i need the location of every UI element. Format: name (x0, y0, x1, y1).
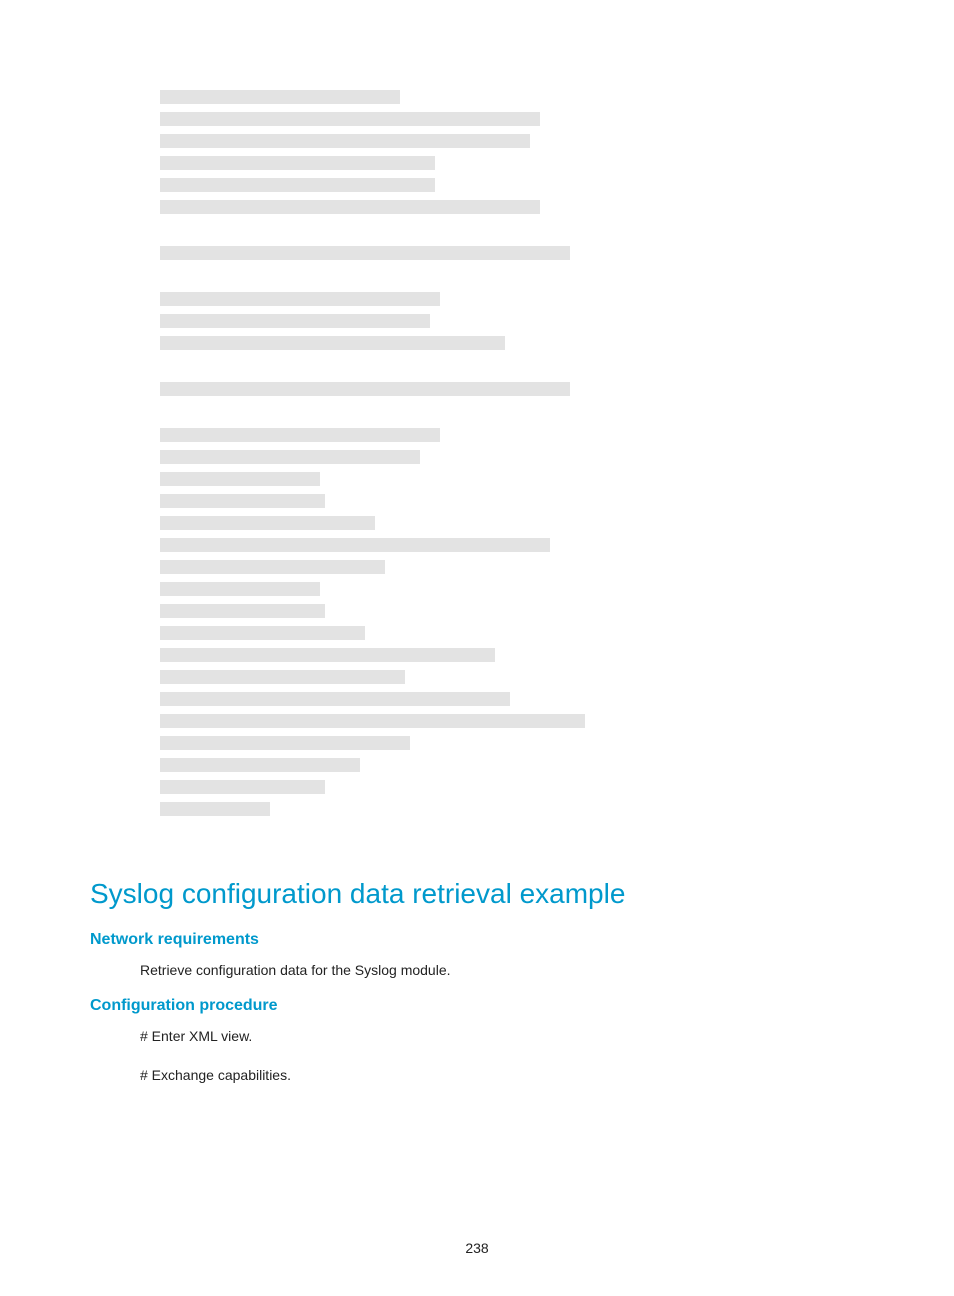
redacted-line (160, 292, 440, 306)
redacted-line (160, 626, 365, 640)
redacted-line (160, 516, 375, 530)
redacted-line (160, 648, 495, 662)
redacted-line (160, 450, 420, 464)
redacted-line (160, 246, 570, 260)
redacted-line (160, 90, 400, 104)
redacted-line (160, 692, 510, 706)
redacted-line (160, 428, 440, 442)
redacted-line (160, 336, 505, 350)
redacted-line (160, 560, 385, 574)
redacted-gap (160, 222, 864, 246)
configuration-procedure-heading: Configuration procedure (90, 997, 864, 1015)
config-step-1: # Enter XML view. (140, 1027, 864, 1047)
redacted-line (160, 112, 540, 126)
redacted-content-block (160, 90, 864, 816)
redacted-line (160, 736, 410, 750)
redacted-gap (160, 404, 864, 428)
redacted-line (160, 156, 435, 170)
network-requirements-heading: Network requirements (90, 931, 864, 949)
redacted-line (160, 802, 270, 816)
redacted-line (160, 200, 540, 214)
page-number: 238 (0, 1240, 954, 1256)
redacted-line (160, 582, 320, 596)
redacted-line (160, 382, 570, 396)
redacted-gap (160, 268, 864, 292)
redacted-line (160, 314, 430, 328)
redacted-line (160, 714, 585, 728)
redacted-line (160, 178, 435, 192)
redacted-gap (160, 358, 864, 382)
redacted-line (160, 670, 405, 684)
redacted-line (160, 758, 360, 772)
redacted-line (160, 780, 325, 794)
redacted-line (160, 538, 550, 552)
redacted-line (160, 472, 320, 486)
redacted-line (160, 494, 325, 508)
section-title: Syslog configuration data retrieval exam… (90, 876, 864, 911)
document-page: Syslog configuration data retrieval exam… (0, 0, 954, 1296)
config-step-2: # Exchange capabilities. (140, 1066, 864, 1086)
redacted-line (160, 604, 325, 618)
network-requirements-body: Retrieve configuration data for the Sysl… (140, 961, 864, 981)
redacted-line (160, 134, 530, 148)
